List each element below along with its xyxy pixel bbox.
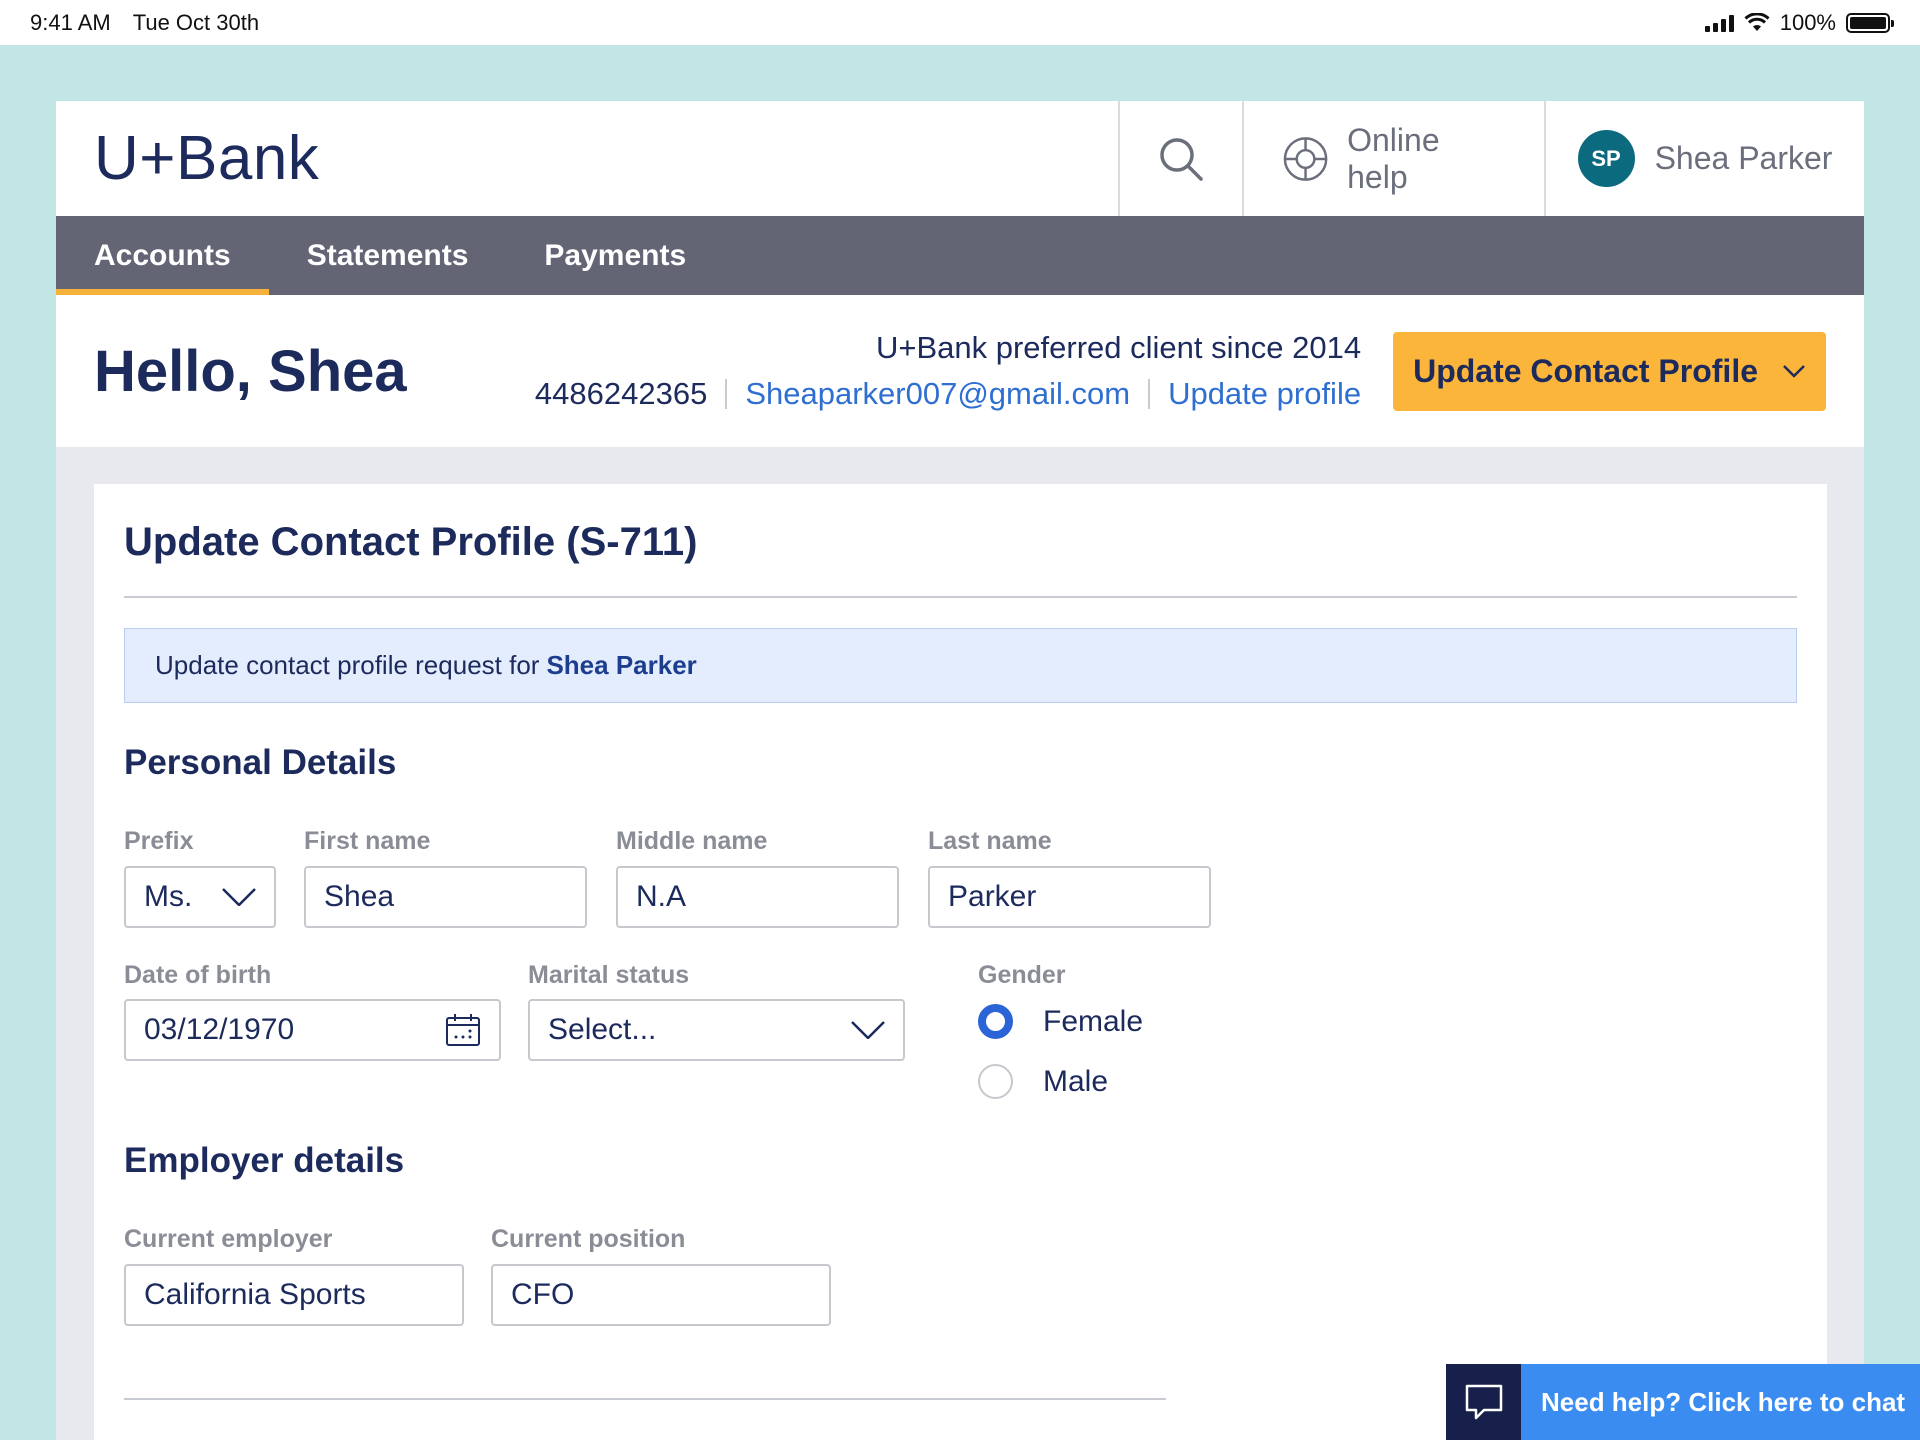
- personal-details-heading: Personal Details: [124, 743, 397, 782]
- position-input[interactable]: CFO: [491, 1264, 831, 1326]
- gender-label: Gender: [978, 961, 1066, 989]
- online-help-label: Online help: [1347, 121, 1440, 195]
- marital-status-value: Select...: [548, 1013, 657, 1046]
- chat-label: Need help? Click here to chat: [1521, 1364, 1920, 1440]
- client-since: U+Bank preferred client since 2014: [875, 330, 1362, 365]
- chat-icon: [1465, 1384, 1502, 1420]
- signal-icon: [1704, 14, 1734, 32]
- email-link[interactable]: Sheaparker007@gmail.com: [745, 376, 1130, 412]
- bank-logo[interactable]: U+Bank: [56, 101, 1118, 216]
- middle-name-value: N.A: [636, 880, 687, 913]
- user-name: Shea Parker: [1654, 140, 1833, 176]
- gender-male-label: Male: [1043, 1064, 1109, 1098]
- contact-line: 4486242365 Sheaparker007@gmail.com Updat…: [535, 376, 1361, 412]
- tab-payments[interactable]: Payments: [506, 216, 724, 295]
- banner-text: Update contact profile request for: [155, 650, 540, 680]
- dob-label: Date of birth: [124, 961, 272, 989]
- form-title: Update Contact Profile (S-711): [124, 484, 1797, 598]
- status-bar: 9:41 AM Tue Oct 30th 100%: [0, 0, 1920, 45]
- prefix-select[interactable]: Ms.: [124, 866, 276, 928]
- section-divider: [124, 1398, 1166, 1400]
- greeting: Hello, Shea: [94, 338, 407, 404]
- form-card: Update Contact Profile (S-711) Update co…: [94, 484, 1827, 1440]
- banner-name: Shea Parker: [546, 650, 697, 680]
- radio-unselected-icon: [978, 1064, 1013, 1099]
- gender-male-radio[interactable]: Male: [978, 1064, 1108, 1099]
- update-contact-profile-button[interactable]: Update Contact Profile: [1393, 331, 1826, 411]
- position-label: Current position: [491, 1225, 686, 1253]
- wifi-icon: [1744, 12, 1770, 31]
- app-window: U+Bank Online help SP Shea Parker Accoun…: [56, 101, 1864, 1440]
- prefix-value: Ms.: [144, 880, 193, 913]
- chat-widget[interactable]: Need help? Click here to chat: [1446, 1364, 1920, 1440]
- chevron-down-icon: [222, 888, 256, 906]
- client-info: U+Bank preferred client since 2014 44862…: [535, 330, 1361, 412]
- last-name-label: Last name: [928, 827, 1052, 855]
- dob-input[interactable]: 03/12/1970: [124, 999, 501, 1061]
- first-name-input[interactable]: Shea: [304, 866, 587, 928]
- divider: [725, 379, 728, 409]
- status-right: 100%: [1704, 9, 1894, 36]
- divider: [1148, 379, 1151, 409]
- main-nav: Accounts Statements Payments: [56, 216, 1864, 295]
- prefix-label: Prefix: [124, 827, 194, 855]
- radio-selected-icon: [978, 1004, 1013, 1039]
- tab-statements[interactable]: Statements: [269, 216, 507, 295]
- lifebuoy-icon: [1283, 136, 1328, 181]
- search-icon: [1160, 137, 1203, 181]
- battery-icon: [1846, 12, 1894, 33]
- employer-value: California Sports: [144, 1278, 366, 1311]
- first-name-value: Shea: [324, 880, 395, 913]
- update-profile-link[interactable]: Update profile: [1168, 376, 1361, 412]
- phone-number: 4486242365: [534, 376, 708, 411]
- marital-status-label: Marital status: [528, 961, 690, 989]
- gender-female-label: Female: [1043, 1004, 1144, 1038]
- avatar: SP: [1577, 130, 1635, 187]
- chevron-down-icon: [1783, 365, 1805, 378]
- tab-accounts[interactable]: Accounts: [56, 216, 269, 295]
- gender-female-radio[interactable]: Female: [978, 1004, 1143, 1039]
- status-date: Tue Oct 30th: [132, 9, 260, 35]
- hello-bar: Hello, Shea U+Bank preferred client sinc…: [56, 295, 1864, 447]
- calendar-icon[interactable]: [445, 1013, 481, 1047]
- last-name-input[interactable]: Parker: [928, 866, 1211, 928]
- user-menu[interactable]: SP Shea Parker: [1544, 101, 1864, 216]
- status-time: 9:41 AM: [30, 9, 111, 35]
- last-name-value: Parker: [948, 880, 1037, 913]
- employer-input[interactable]: California Sports: [124, 1264, 464, 1326]
- middle-name-label: Middle name: [616, 827, 768, 855]
- dob-value: 03/12/1970: [144, 1013, 295, 1046]
- chat-icon-box: [1446, 1364, 1521, 1440]
- marital-status-select[interactable]: Select...: [528, 999, 905, 1061]
- update-contact-profile-label: Update Contact Profile: [1413, 352, 1758, 389]
- employer-label: Current employer: [124, 1225, 333, 1253]
- info-banner: Update contact profile request for Shea …: [124, 628, 1797, 703]
- chevron-down-icon: [851, 1021, 885, 1039]
- position-value: CFO: [511, 1278, 575, 1311]
- top-bar: U+Bank Online help SP Shea Parker: [56, 101, 1864, 216]
- employer-details-heading: Employer details: [124, 1141, 405, 1180]
- search-button[interactable]: [1118, 101, 1242, 216]
- middle-name-input[interactable]: N.A: [616, 866, 899, 928]
- first-name-label: First name: [304, 827, 431, 855]
- online-help-button[interactable]: Online help: [1242, 101, 1544, 216]
- battery-percent: 100%: [1779, 9, 1836, 35]
